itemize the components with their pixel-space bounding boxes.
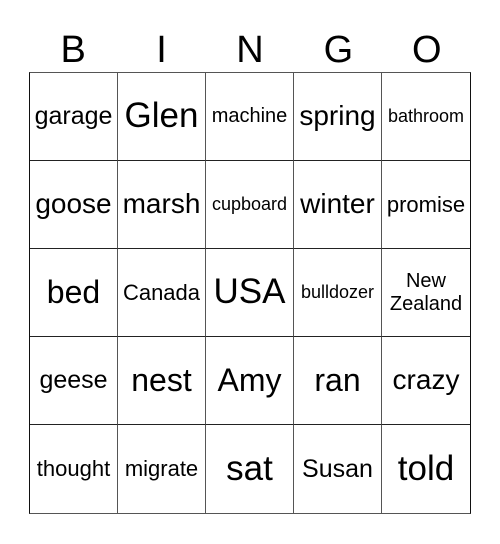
bingo-cell[interactable]: bulldozer	[294, 249, 382, 337]
bingo-cell[interactable]: bathroom	[382, 73, 470, 161]
header-letter-n: N	[236, 29, 264, 71]
header-letter-g: G	[323, 29, 354, 71]
header-letter-o: O	[411, 29, 442, 71]
bingo-cell[interactable]: garage	[30, 73, 118, 161]
bingo-cell[interactable]: crazy	[382, 337, 470, 425]
bingo-cell[interactable]: winter	[294, 161, 382, 249]
bingo-cell[interactable]: machine	[206, 73, 294, 161]
bingo-cell[interactable]: marsh	[118, 161, 206, 249]
bingo-cell[interactable]: Amy	[206, 337, 294, 425]
bingo-cell[interactable]: promise	[382, 161, 470, 249]
bingo-cell[interactable]: migrate	[118, 425, 206, 513]
bingo-cell[interactable]: New Zealand	[382, 249, 470, 337]
bingo-cell[interactable]: sat	[206, 425, 294, 513]
header-letter-i: I	[156, 29, 167, 71]
bingo-cell[interactable]: USA	[206, 249, 294, 337]
bingo-cell[interactable]: thought	[30, 425, 118, 513]
bingo-header: B I N G O	[29, 28, 471, 72]
bingo-cell[interactable]: geese	[30, 337, 118, 425]
bingo-cell[interactable]: told	[382, 425, 470, 513]
bingo-cell[interactable]: nest	[118, 337, 206, 425]
bingo-cell[interactable]: Canada	[118, 249, 206, 337]
bingo-cell[interactable]: goose	[30, 161, 118, 249]
bingo-board: garage Glen machine spring bathroom goos…	[29, 72, 471, 514]
bingo-cell[interactable]: ran	[294, 337, 382, 425]
bingo-cell[interactable]: Glen	[118, 73, 206, 161]
bingo-cell[interactable]: cupboard	[206, 161, 294, 249]
header-letter-b: B	[60, 29, 86, 71]
bingo-cell[interactable]: Susan	[294, 425, 382, 513]
bingo-cell[interactable]: bed	[30, 249, 118, 337]
bingo-cell[interactable]: spring	[294, 73, 382, 161]
